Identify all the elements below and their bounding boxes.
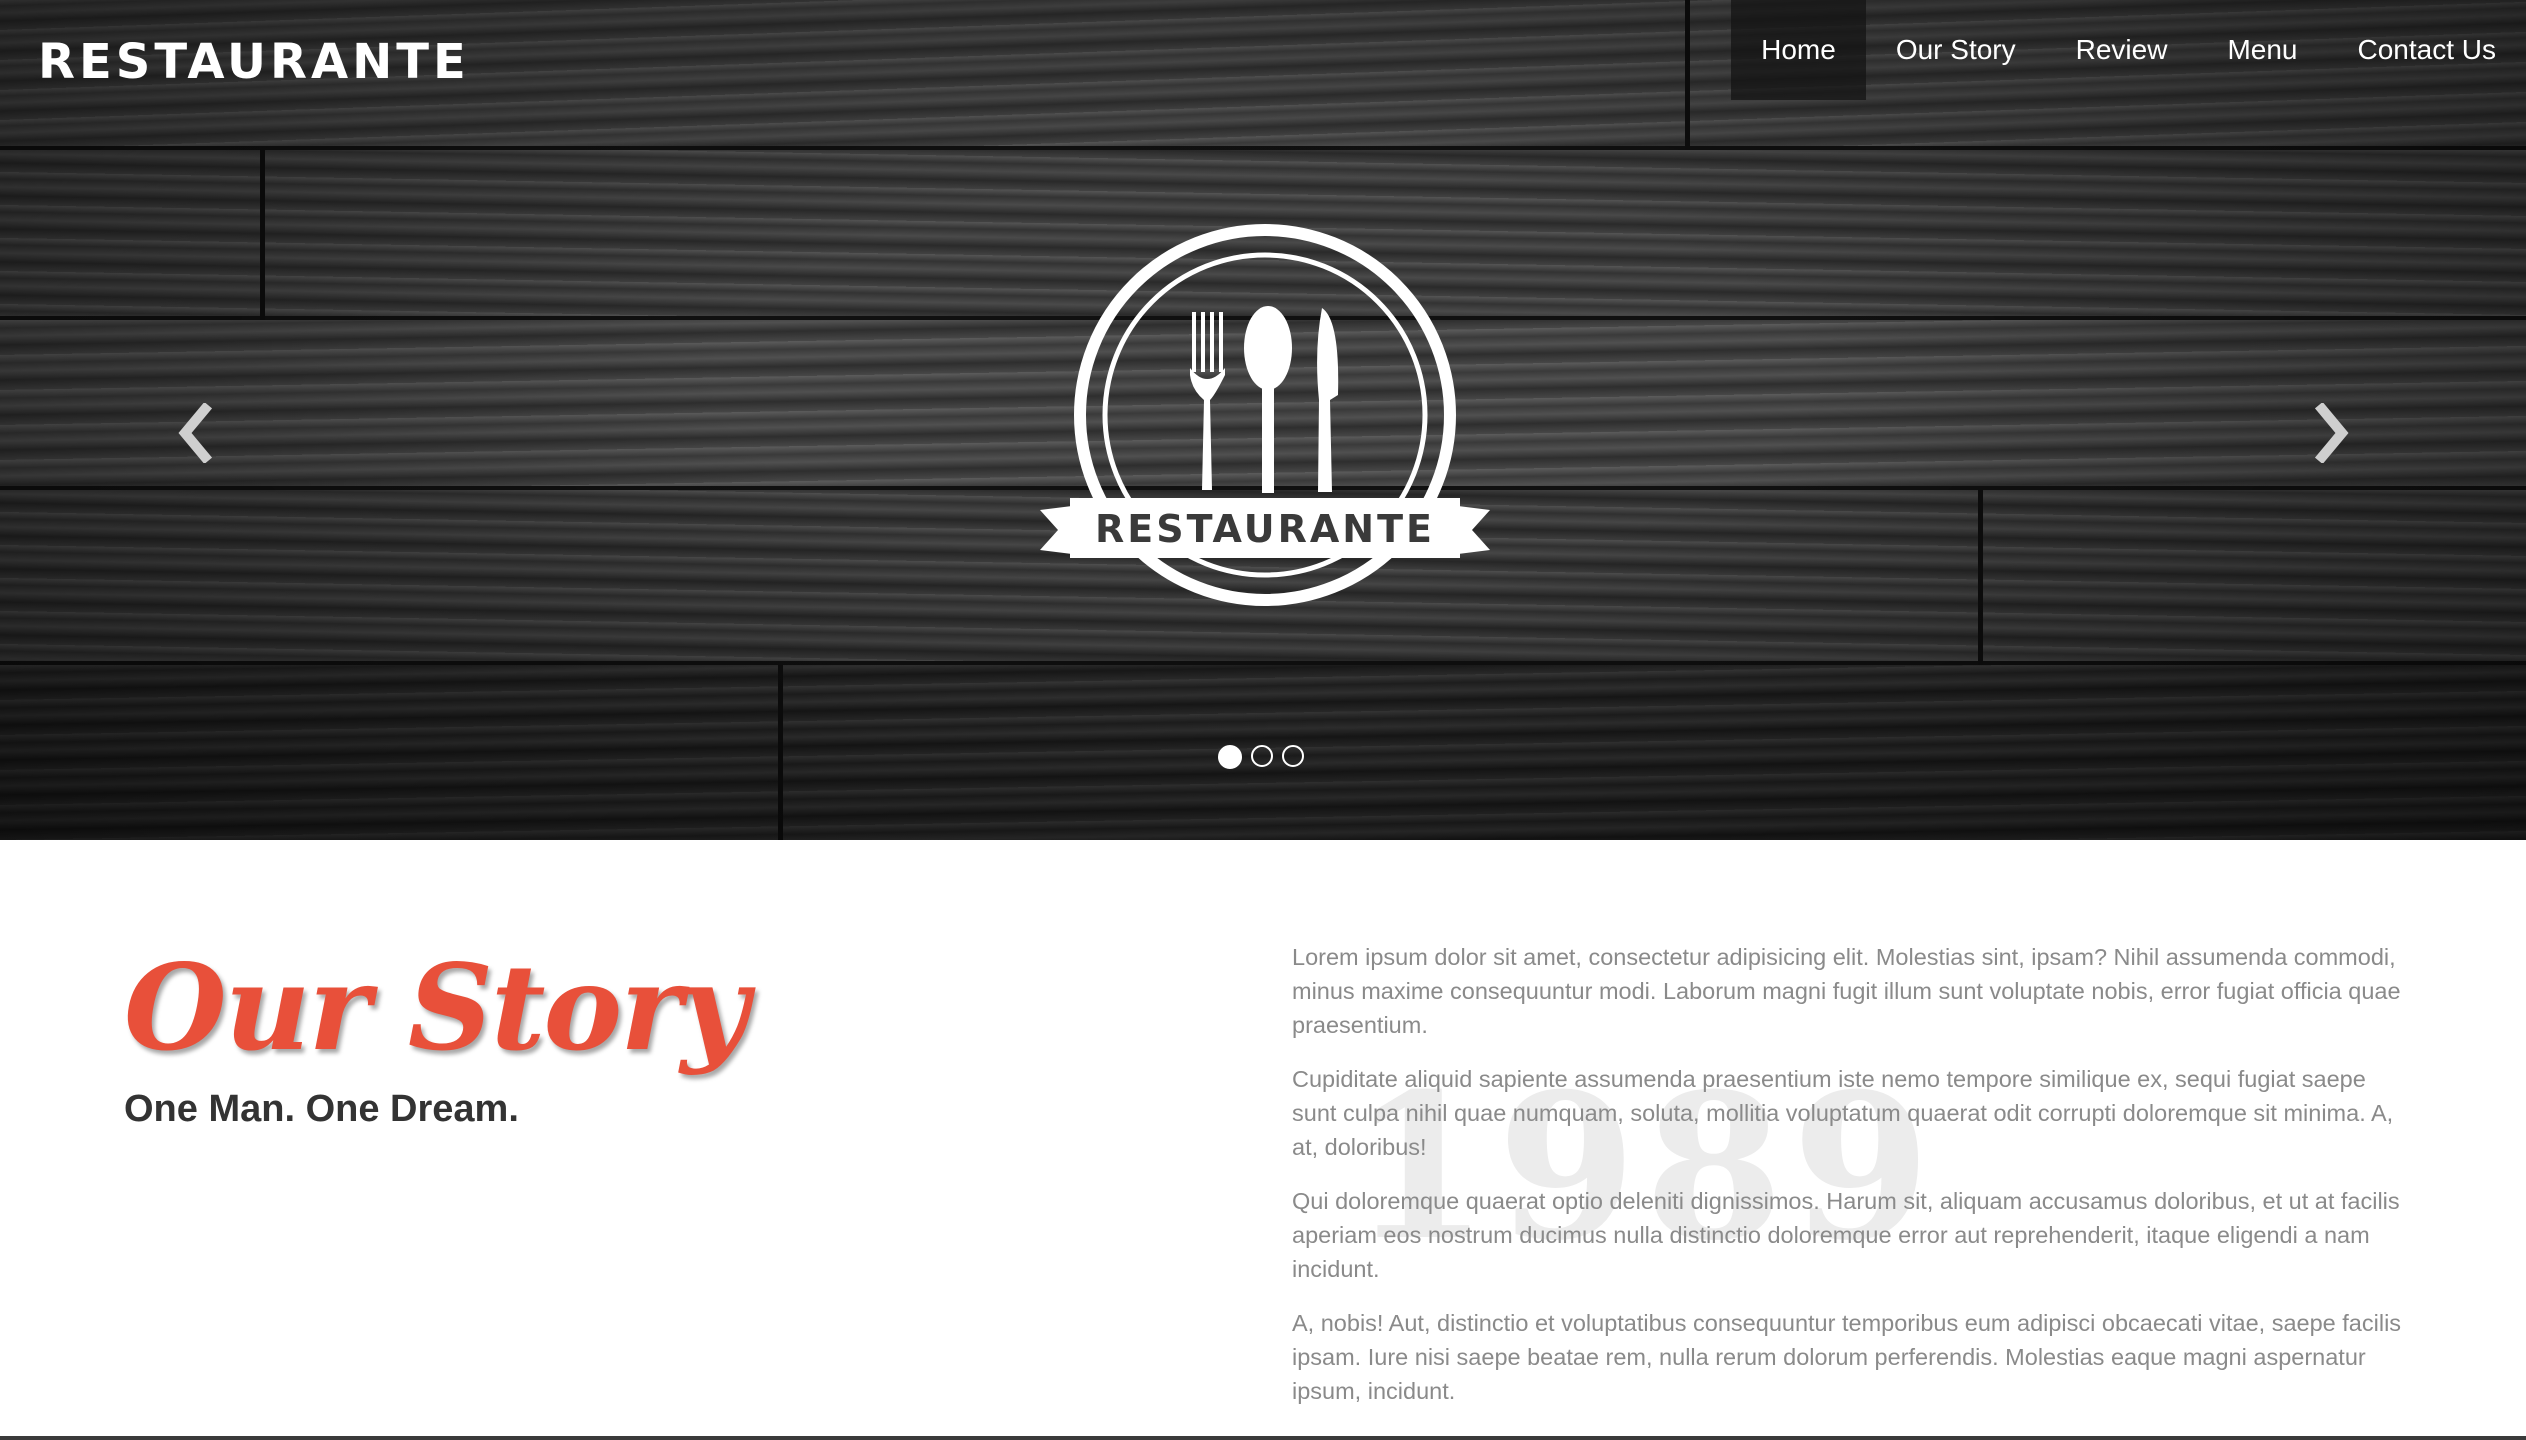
nav-item-contact-us[interactable]: Contact Us: [2328, 0, 2526, 100]
brand-logo[interactable]: RESTAURANTE: [38, 34, 470, 90]
carousel-next-button[interactable]: [2302, 398, 2362, 468]
chevron-left-icon: [178, 403, 213, 463]
nav-item-our-story[interactable]: Our Story: [1866, 0, 2046, 100]
carousel-indicator-3[interactable]: [1282, 745, 1304, 767]
story-body: Lorem ipsum dolor sit amet, consectetur …: [1292, 940, 2406, 1428]
main-nav: Home Our Story Review Menu Contact Us: [1731, 0, 2526, 100]
restaurante-emblem-logo: RESTAURANTE: [1040, 224, 1490, 606]
carousel-indicators: [1218, 745, 1304, 769]
story-paragraph: Lorem ipsum dolor sit amet, consectetur …: [1292, 944, 2401, 1038]
footer-divider: [0, 1436, 2526, 1440]
carousel-indicator-2[interactable]: [1251, 745, 1273, 767]
story-subtitle: One Man. One Dream.: [124, 1088, 519, 1130]
carousel-prev-button[interactable]: [165, 398, 225, 468]
fork-icon: [1190, 312, 1225, 490]
story-paragraph: A, nobis! Aut, distinctio et voluptatibu…: [1292, 1310, 2402, 1404]
knife-icon: [1317, 308, 1339, 492]
hero-carousel: RESTAURANTE RESTAURANTE Home Our Story R…: [0, 0, 2526, 840]
emblem-text: RESTAURANTE: [1095, 507, 1435, 551]
chevron-right-icon: [2314, 403, 2349, 463]
story-paragraph: Cupiditate aliquid sapiente assumenda pr…: [1292, 1066, 2394, 1160]
story-paragraph: Qui doloremque quaerat optio deleniti di…: [1292, 1188, 2400, 1282]
nav-item-review[interactable]: Review: [2046, 0, 2198, 100]
carousel-indicator-1[interactable]: [1218, 745, 1242, 769]
story-title: Our Story: [124, 938, 749, 1077]
nav-item-home[interactable]: Home: [1731, 0, 1866, 100]
nav-item-menu[interactable]: Menu: [2197, 0, 2327, 100]
spoon-icon: [1244, 306, 1292, 493]
